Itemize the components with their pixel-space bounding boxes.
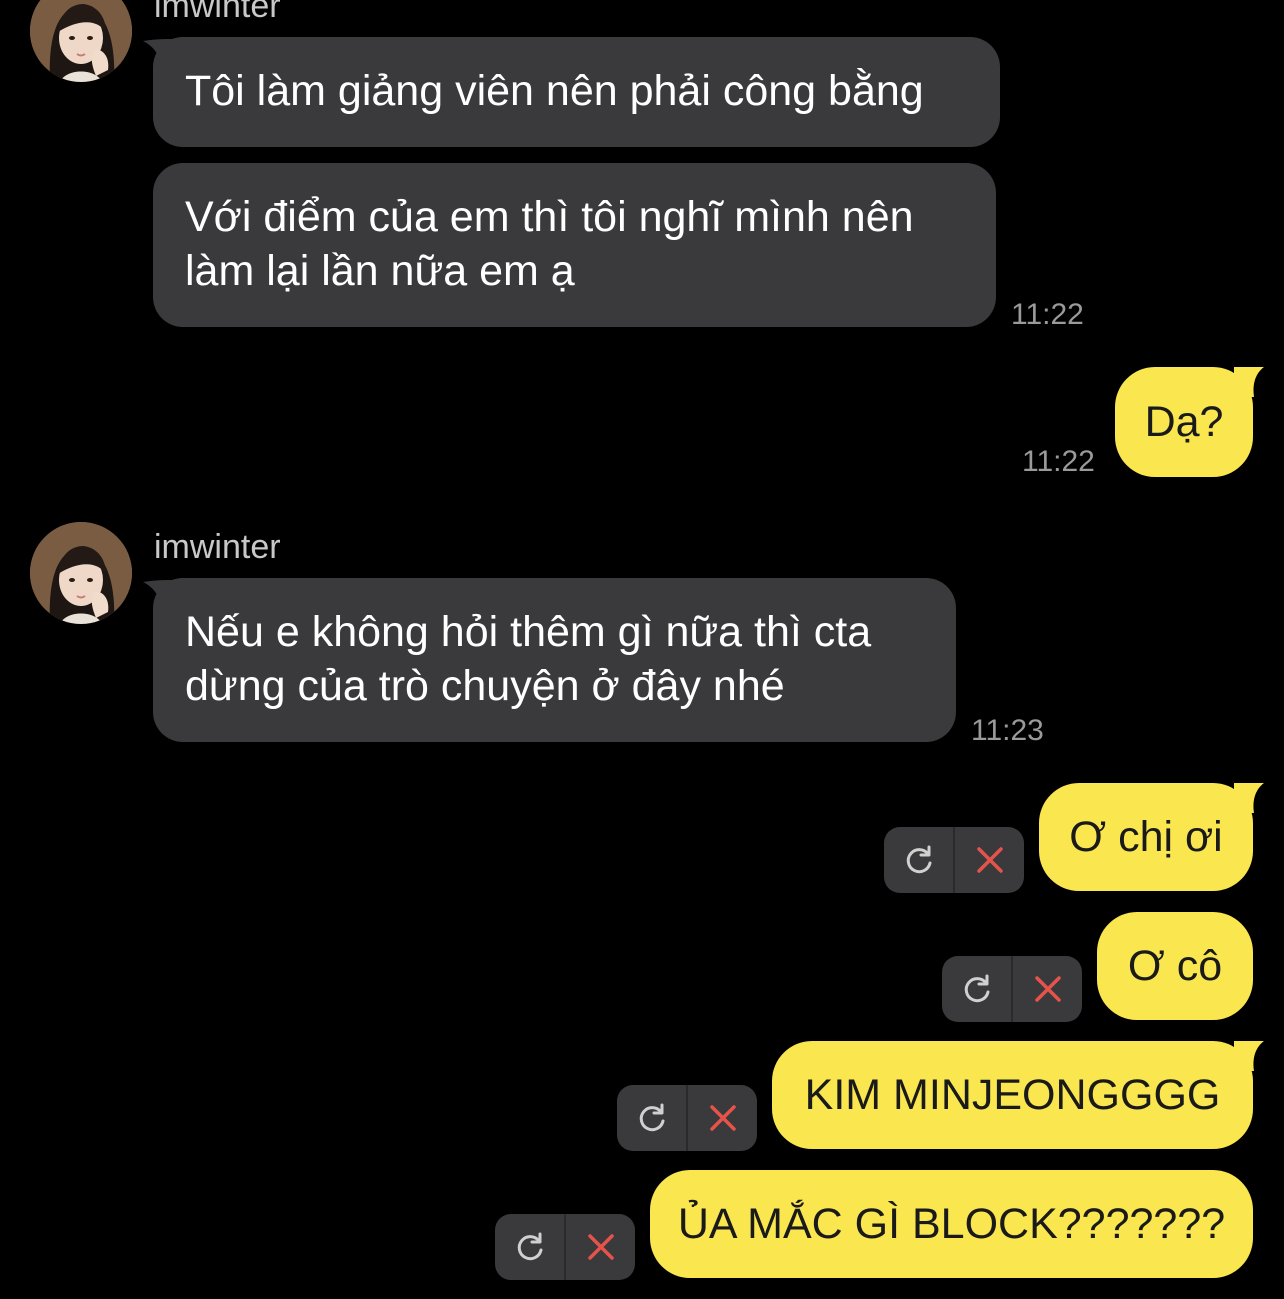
failed-message-actions [495, 1214, 635, 1280]
message-bubble-incoming[interactable]: Với điểm của em thì tôi nghĩ mình nên là… [153, 163, 996, 327]
message-timestamp: 11:22 [1022, 445, 1095, 478]
avatar[interactable] [30, 522, 132, 624]
retry-button[interactable] [942, 956, 1013, 1022]
cancel-button[interactable] [1013, 956, 1082, 1022]
message-text: Ơ chị ơi [1069, 813, 1223, 861]
retry-button[interactable] [617, 1085, 688, 1151]
cancel-button[interactable] [688, 1085, 757, 1151]
sender-name: imwinter [154, 0, 281, 25]
retry-icon [906, 845, 931, 874]
message-bubble-incoming[interactable]: Nếu e không hỏi thêm gì nữa thì cta dừng… [153, 578, 956, 742]
avatar-photo-icon [30, 0, 132, 82]
sender-name: imwinter [154, 528, 281, 566]
avatar-photo-icon [30, 522, 132, 624]
message-text: Nếu e không hỏi thêm gì nữa thì cta dừng… [185, 608, 872, 710]
retry-icon [517, 1232, 542, 1261]
message-bubble-outgoing[interactable]: Dạ? [1115, 367, 1253, 477]
message-text: KIM MINJEONGGGG [804, 1071, 1221, 1119]
close-icon [1034, 976, 1061, 1002]
message-bubble-outgoing[interactable]: Ơ cô [1097, 912, 1253, 1020]
message-bubble-outgoing[interactable]: ỦA MẮC GÌ BLOCK??????? [650, 1170, 1253, 1278]
failed-message-actions [942, 956, 1082, 1022]
close-icon [709, 1105, 736, 1131]
retry-icon [639, 1103, 664, 1132]
message-bubble-outgoing[interactable]: KIM MINJEONGGGG [772, 1041, 1253, 1149]
message-timestamp: 11:23 [971, 714, 1044, 747]
avatar[interactable] [30, 0, 132, 82]
cancel-button[interactable] [566, 1214, 635, 1280]
failed-message-actions [884, 827, 1024, 893]
retry-icon [964, 974, 989, 1003]
close-icon [976, 847, 1003, 873]
message-text: Tôi làm giảng viên nên phải công bằng [185, 67, 924, 115]
message-text: Ơ cô [1127, 942, 1223, 990]
retry-button[interactable] [884, 827, 955, 893]
message-text: Với điểm của em thì tôi nghĩ mình nên là… [185, 193, 914, 295]
message-text: ỦA MẮC GÌ BLOCK??????? [677, 1200, 1226, 1248]
message-bubble-outgoing[interactable]: Ơ chị ơi [1039, 783, 1253, 891]
message-bubble-incoming[interactable]: Tôi làm giảng viên nên phải công bằng [153, 37, 1000, 147]
failed-message-actions [617, 1085, 757, 1151]
close-icon [587, 1234, 614, 1260]
message-text: Dạ? [1144, 398, 1224, 446]
cancel-button[interactable] [955, 827, 1024, 893]
retry-button[interactable] [495, 1214, 566, 1280]
message-timestamp: 11:22 [1011, 298, 1084, 331]
